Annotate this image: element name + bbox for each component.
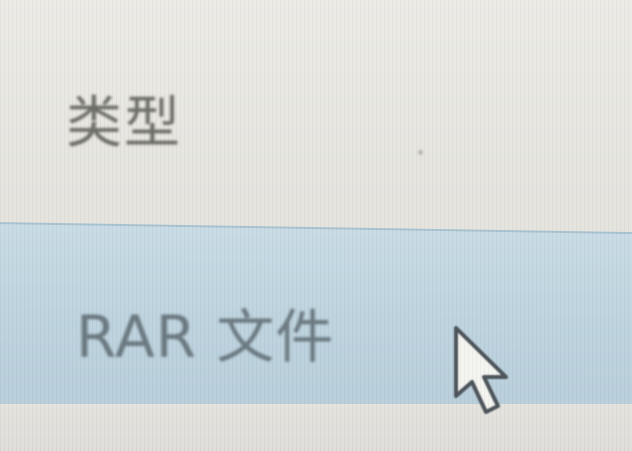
file-type-cell: RAR 文件	[76, 303, 335, 371]
column-header-label: 类型	[66, 91, 182, 156]
arrow-pointer-icon	[454, 326, 508, 414]
file-row-empty	[0, 404, 632, 451]
screen-speck	[418, 150, 423, 155]
file-details-view: 类型 RAR 文件	[0, 0, 632, 451]
column-header-type[interactable]: 类型	[0, 0, 632, 222]
